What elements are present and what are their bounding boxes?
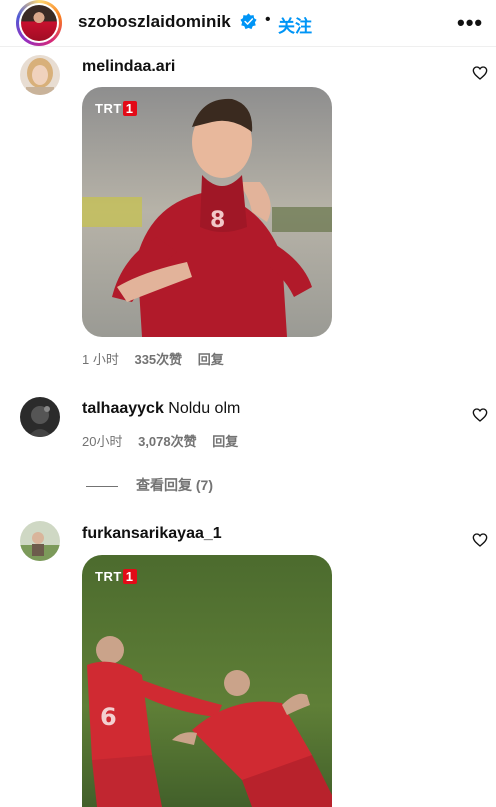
like-count[interactable]: 3,078次赞 <box>138 434 197 449</box>
comment-username[interactable]: talhaayyck Noldu olm <box>82 400 240 418</box>
post-header: szoboszlaidominik • 关注 ••• <box>0 0 496 47</box>
tv-channel-logo: TRT 1 <box>95 101 137 116</box>
svg-text:6: 6 <box>100 703 117 731</box>
tv-channel-logo: TRT 1 <box>95 569 137 584</box>
comment-meta: 20小时 3,078次赞 回复 <box>82 431 250 450</box>
reply-button[interactable]: 回复 <box>198 352 224 367</box>
divider-line <box>86 485 118 487</box>
comment-username[interactable]: melindaa.ari <box>82 58 175 76</box>
comment-text: Noldu olm <box>168 400 241 417</box>
comment-meta: 1 小时 335次赞 回复 <box>82 349 236 368</box>
svg-text:8: 8 <box>210 208 225 233</box>
author-avatar[interactable] <box>16 0 62 46</box>
heart-icon[interactable] <box>472 65 488 81</box>
comment-author[interactable]: talhaayyck <box>82 400 164 417</box>
view-replies-button[interactable]: 查看回复 (7) <box>86 475 213 495</box>
comment-gif: 6 TRT 1 <box>82 555 332 807</box>
reply-button[interactable]: 回复 <box>212 434 238 449</box>
commenter-avatar[interactable] <box>20 397 60 437</box>
comment-time: 1 小时 <box>82 352 119 367</box>
separator-dot: • <box>265 11 271 28</box>
comment-time: 20小时 <box>82 434 123 449</box>
author-username[interactable]: szoboszlaidominik <box>78 12 231 32</box>
more-options-icon[interactable]: ••• <box>457 10 483 36</box>
commenter-avatar[interactable] <box>20 521 60 561</box>
commenter-avatar[interactable] <box>20 55 60 95</box>
like-count[interactable]: 335次赞 <box>134 352 182 367</box>
heart-icon[interactable] <box>472 532 488 548</box>
heart-icon[interactable] <box>472 407 488 423</box>
follow-button[interactable]: 关注 <box>278 12 312 37</box>
verified-badge-icon <box>240 13 257 30</box>
comment-username[interactable]: furkansarikayaa_1 <box>82 525 222 543</box>
comment-gif: 8 TRT 1 <box>82 87 332 337</box>
